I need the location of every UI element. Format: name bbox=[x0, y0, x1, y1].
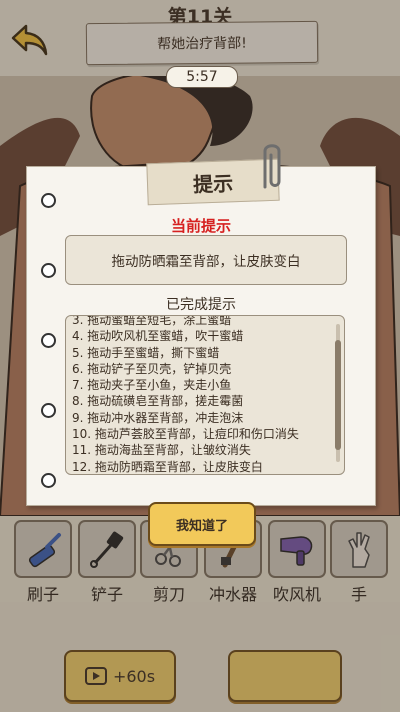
list-item: 12. 拖动防晒霜至背部，让皮肤变白 bbox=[72, 459, 263, 474]
list-item: 10. 拖动芦荟胶至背部，让痘印和伤口消失 bbox=[72, 427, 299, 442]
list-item: 6. 拖动铲子至贝壳，铲掉贝壳 bbox=[72, 361, 232, 376]
list-item: 4. 拖动吹风机至蜜蜡，吹干蜜蜡 bbox=[72, 329, 244, 344]
countdown-timer: 5:57 bbox=[166, 66, 238, 88]
list-item: 11. 拖动海盐至背部，让皱纹消失 bbox=[72, 443, 251, 458]
got-it-button[interactable]: 我知道了 bbox=[148, 502, 256, 546]
list-item: 9. 拖动冲水器至背部，冲走泡沫 bbox=[72, 410, 244, 425]
hint-dialog: 提示 当前提示 拖动防晒霜至背部，让皮肤变白 已完成提示 3. 拖动蜜蜡至短毛，… bbox=[26, 144, 376, 506]
list-item: 5. 拖动手至蜜蜡，撕下蜜蜡 bbox=[72, 345, 220, 360]
paper-hole bbox=[41, 333, 56, 348]
list-item: 8. 拖动硫磺皂至背部，搓走霉菌 bbox=[72, 394, 244, 409]
current-hint-box: 拖动防晒霜至背部，让皮肤变白 bbox=[65, 235, 347, 285]
completed-hints-heading: 已完成提示 bbox=[166, 297, 236, 313]
paperclip-icon bbox=[263, 144, 281, 189]
paper-hole bbox=[41, 473, 56, 488]
current-hint-heading: 当前提示 bbox=[170, 217, 231, 235]
paper-hole bbox=[41, 263, 56, 278]
paper-hole bbox=[41, 193, 56, 208]
paper-hole bbox=[41, 403, 56, 418]
list-item: 3. 拖动蜜蜡至短毛，涂上蜜蜡 bbox=[72, 315, 232, 327]
completed-hints-list[interactable]: 3. 拖动蜜蜡至短毛，涂上蜜蜡 4. 拖动吹风机至蜜蜡，吹干蜜蜡 5. 拖动手至… bbox=[65, 315, 345, 475]
scrollbar-thumb[interactable] bbox=[335, 340, 341, 450]
list-item: 7. 拖动夹子至小鱼，夹走小鱼 bbox=[72, 378, 232, 393]
